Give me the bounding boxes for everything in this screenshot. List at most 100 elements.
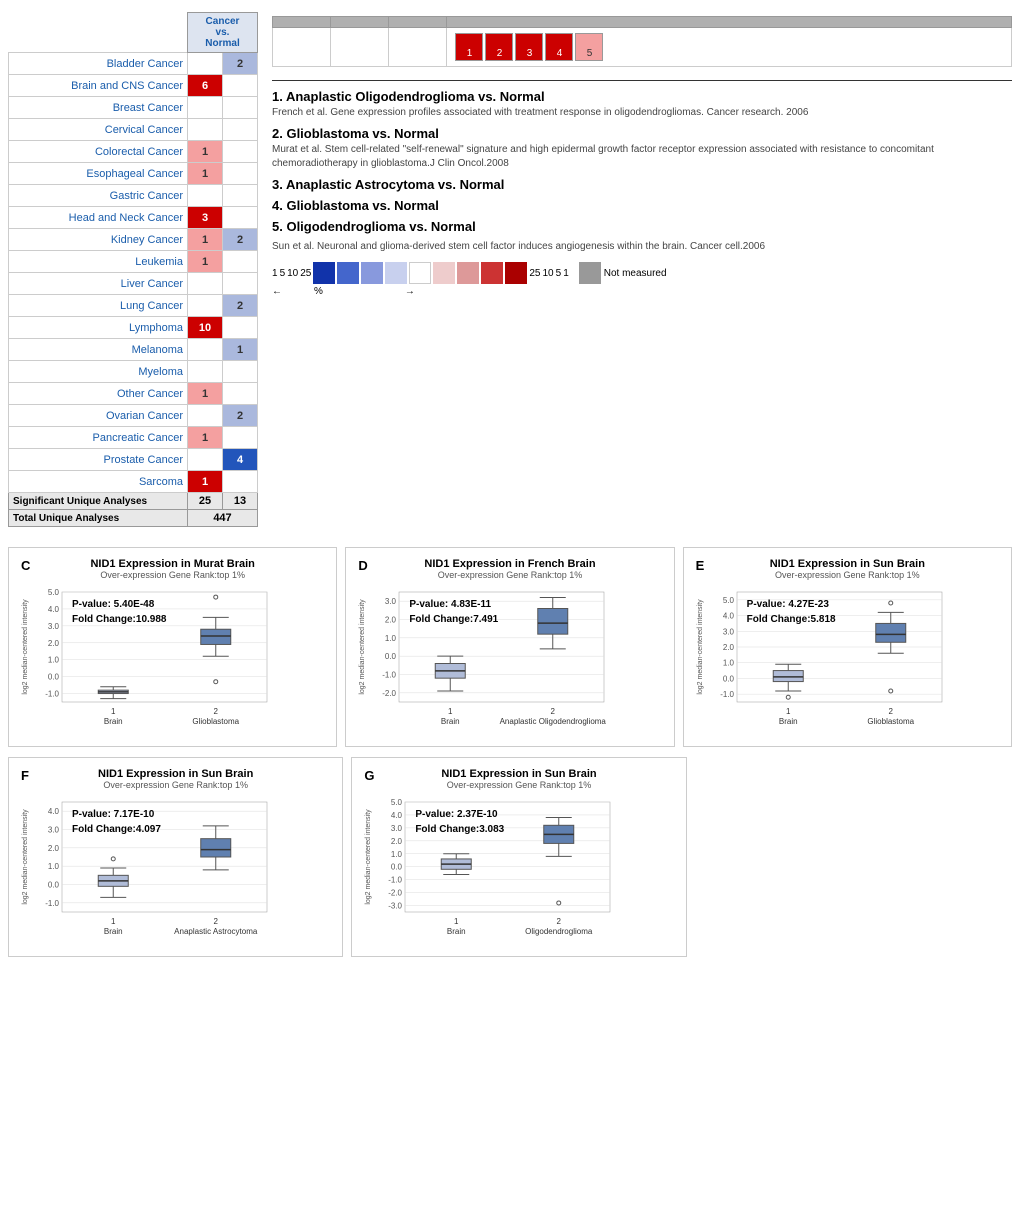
scale-num-25a: 25 [300, 268, 311, 279]
cancer-cell: 2 [223, 229, 258, 251]
cancer-cell: 3 [188, 207, 223, 229]
chart-label: D [358, 558, 367, 573]
color-box-lightblue [385, 262, 407, 284]
not-measured: Not measured [579, 262, 667, 284]
cancer-cell [188, 405, 223, 427]
svg-text:0.0: 0.0 [391, 863, 403, 872]
cancer-name[interactable]: Breast Cancer [9, 97, 188, 119]
cancer-name[interactable]: Lymphoma [9, 317, 188, 339]
heat-cells-container: 12345 [447, 28, 1012, 67]
svg-text:1.0: 1.0 [723, 659, 735, 668]
chart-label: C [21, 558, 30, 573]
svg-text:-1.0: -1.0 [45, 899, 59, 908]
cancer-name[interactable]: Esophageal Cancer [9, 163, 188, 185]
cancer-cell: 1 [188, 471, 223, 493]
svg-text:Brain: Brain [104, 927, 123, 936]
chart-d: D NID1 Expression in French Brain Over-e… [345, 547, 674, 747]
cancer-name[interactable]: Bladder Cancer [9, 53, 188, 75]
chart-empty [695, 757, 1012, 957]
main-container: Cancervs.Normal Bladder Cancer 2 Brain and… [0, 0, 1020, 965]
cancer-name[interactable]: Brain and CNS Cancer [9, 75, 188, 97]
chart-subtitle: Over-expression Gene Rank:top 1% [354, 570, 665, 580]
svg-text:3.0: 3.0 [391, 824, 403, 833]
cancer-cell [188, 361, 223, 383]
svg-text:1: 1 [111, 707, 116, 716]
svg-text:5.0: 5.0 [723, 596, 735, 605]
svg-text:Brain: Brain [104, 717, 123, 726]
legend-item: 2. Glioblastoma vs. NormalMurat et al. S… [272, 126, 1012, 171]
chart-plot-area: -2.0-1.00.01.02.03.012BrainAnaplastic Ol… [354, 582, 665, 735]
chart-stats: P-value: 7.17E-10Fold Change:4.097 [72, 807, 161, 837]
gene-value[interactable] [389, 28, 447, 67]
legend-item-text: 5. Oligodendroglioma vs. Normal [272, 219, 1012, 234]
color-box-darkred [505, 262, 527, 284]
svg-text:1: 1 [454, 917, 459, 926]
svg-text:0.0: 0.0 [48, 881, 60, 890]
cancer-cell [223, 361, 258, 383]
pvalue-value [331, 28, 389, 67]
cancer-name[interactable]: Kidney Cancer [9, 229, 188, 251]
legend-item-text: 4. Glioblastoma vs. Normal [272, 198, 1012, 213]
svg-text:4.0: 4.0 [48, 605, 60, 614]
cancer-name[interactable]: Colorectal Cancer [9, 141, 188, 163]
legend-item-text: 1. Anaplastic Oligodendroglioma vs. Norm… [272, 89, 1012, 104]
cancer-cell [223, 251, 258, 273]
charts-row-1: C NID1 Expression in Murat Brain Over-ex… [8, 547, 1012, 747]
cancer-name[interactable]: Leukemia [9, 251, 188, 273]
svg-text:1: 1 [111, 917, 116, 926]
cancer-cell [223, 383, 258, 405]
cancer-name[interactable]: Melanoma [9, 339, 188, 361]
cancer-cell: 2 [223, 53, 258, 75]
cancer-cell [223, 317, 258, 339]
svg-text:2.0: 2.0 [391, 837, 403, 846]
svg-text:1: 1 [786, 707, 791, 716]
svg-text:0.0: 0.0 [385, 652, 397, 661]
legend-item-ref: Murat et al. Stem cell-related "self-ren… [272, 143, 1012, 171]
svg-text:5.0: 5.0 [391, 798, 403, 807]
chart-title: NID1 Expression in Murat Brain [17, 556, 328, 570]
cancer-name[interactable]: Liver Cancer [9, 273, 188, 295]
analysis-type-header [9, 13, 188, 53]
cancer-cell [188, 295, 223, 317]
charts-section: C NID1 Expression in Murat Brain Over-ex… [8, 547, 1012, 957]
heat-cell: 4 [545, 33, 573, 61]
svg-text:log2 median-centered intensity: log2 median-centered intensity [697, 599, 704, 695]
cancer-cell [188, 185, 223, 207]
cancer-cell [223, 75, 258, 97]
cancer-name[interactable]: Ovarian Cancer [9, 405, 188, 427]
cancer-cell: 1 [188, 163, 223, 185]
svg-text:0.0: 0.0 [48, 673, 60, 682]
median-rank-header [273, 17, 331, 28]
cancer-name[interactable]: Sarcoma [9, 471, 188, 493]
cancer-name[interactable]: Head and Neck Cancer [9, 207, 188, 229]
cancer-name[interactable]: Pancreatic Cancer [9, 427, 188, 449]
chart-subtitle: Over-expression Gene Rank:top 1% [360, 780, 677, 790]
cancer-cell: 2 [223, 295, 258, 317]
cancer-name[interactable]: Lung Cancer [9, 295, 188, 317]
color-box-blue [337, 262, 359, 284]
scale-num-5a: 5 [280, 268, 286, 279]
cancer-name[interactable]: Other Cancer [9, 383, 188, 405]
svg-text:Oligodendroglioma: Oligodendroglioma [526, 927, 594, 936]
total-value: 447 [188, 510, 258, 527]
arrow-row: ← % → [272, 286, 1012, 297]
scale-num-10a: 10 [287, 268, 298, 279]
cancer-name[interactable]: Prostate Cancer [9, 449, 188, 471]
comparison-table: 12345 [272, 16, 1012, 67]
cancer-cell [188, 273, 223, 295]
top-section: Cancervs.Normal Bladder Cancer 2 Brain and… [8, 8, 1012, 527]
significant-label: Significant Unique Analyses [9, 493, 188, 510]
chart-inner: E NID1 Expression in Sun Brain Over-expr… [692, 556, 1003, 735]
cancer-cell: 4 [223, 449, 258, 471]
column-header-cvn: Cancervs.Normal [188, 13, 258, 53]
cancer-cell [188, 97, 223, 119]
chart-title: NID1 Expression in Sun Brain [692, 556, 1003, 570]
cancer-name[interactable]: Myeloma [9, 361, 188, 383]
cancer-name[interactable]: Gastric Cancer [9, 185, 188, 207]
left-arrow: ← [272, 286, 282, 297]
cancer-name[interactable]: Cervical Cancer [9, 119, 188, 141]
svg-text:2: 2 [214, 917, 219, 926]
svg-text:0.0: 0.0 [723, 674, 735, 683]
legend-item: 3. Anaplastic Astrocytoma vs. Normal [272, 177, 1012, 192]
cancer-cell [223, 97, 258, 119]
